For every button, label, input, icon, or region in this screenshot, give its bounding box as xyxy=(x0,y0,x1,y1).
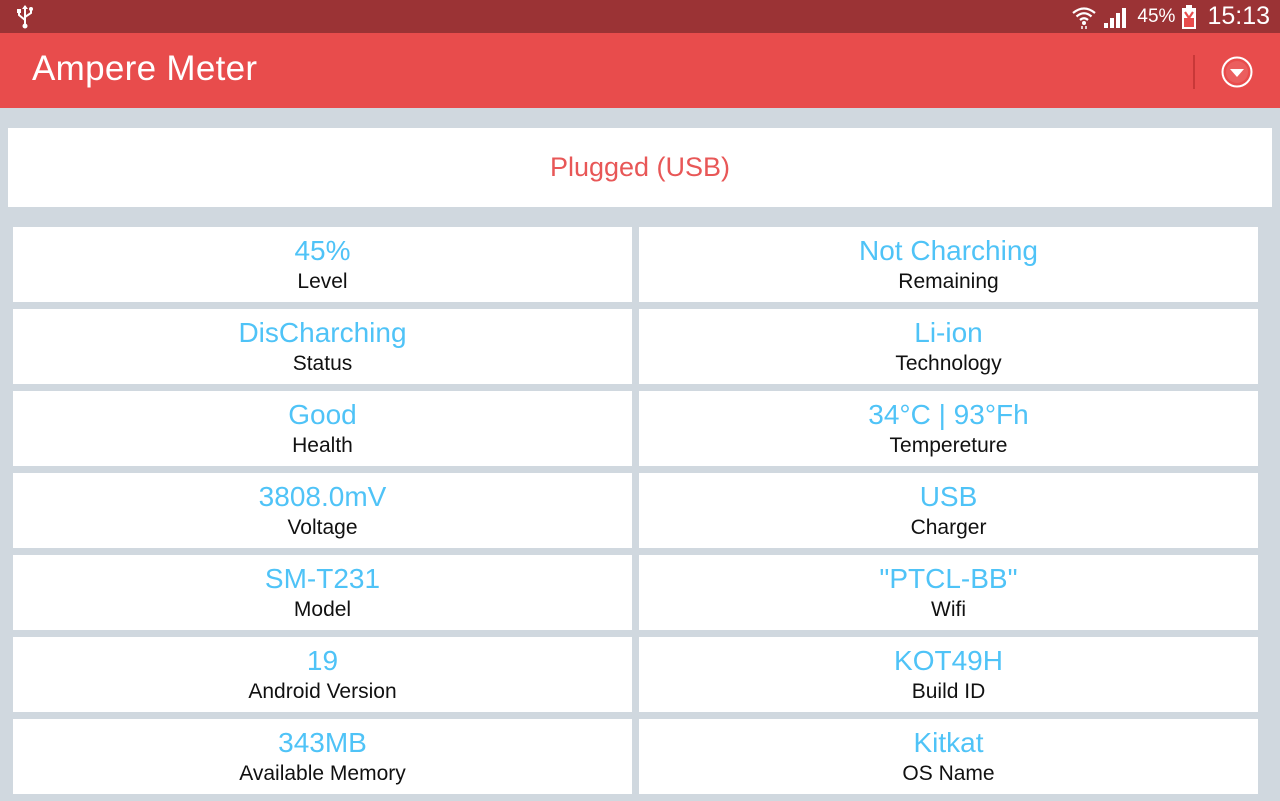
info-label: Available Memory xyxy=(239,762,406,785)
info-row: 3808.0mV Voltage USB Charger xyxy=(13,473,1267,548)
info-cell-technology: Li-ion Technology xyxy=(639,309,1258,384)
info-label: Health xyxy=(292,434,353,457)
usb-icon xyxy=(17,5,33,29)
info-value: "PTCL-BB" xyxy=(879,563,1018,594)
info-label: Remaining xyxy=(898,270,999,293)
info-label: Voltage xyxy=(287,516,358,539)
info-row: Good Health 34°C | 93°Fh Tempereture xyxy=(13,391,1267,466)
info-row: 19 Android Version KOT49H Build ID xyxy=(13,637,1267,712)
info-cell-remaining: Not Charching Remaining xyxy=(639,227,1258,302)
info-label: Status xyxy=(292,352,353,375)
info-cell-level: 45% Level xyxy=(13,227,632,302)
info-value: Good xyxy=(288,399,357,430)
info-label: Build ID xyxy=(911,680,986,703)
info-value: USB xyxy=(919,481,978,512)
info-value: Not Charching xyxy=(859,235,1038,266)
info-value: Li-ion xyxy=(914,317,983,348)
info-value: 34°C | 93°Fh xyxy=(868,399,1029,430)
info-row: SM-T231 Model "PTCL-BB" Wifi xyxy=(13,555,1267,630)
info-cell-status: DisCharching Status xyxy=(13,309,632,384)
wifi-icon xyxy=(1072,6,1097,29)
clock: 15:13 xyxy=(1207,2,1270,30)
app-bar: Ampere Meter xyxy=(0,33,1280,108)
status-bar: 45% 15:13 xyxy=(0,0,1280,33)
info-row: DisCharching Status Li-ion Technology xyxy=(13,309,1267,384)
info-grid: 45% Level Not Charching Remaining DisCha… xyxy=(13,227,1267,801)
info-value: 45% xyxy=(294,235,351,266)
info-value: SM-T231 xyxy=(264,563,381,594)
dropdown-circle-icon[interactable] xyxy=(1220,55,1254,89)
info-value: 343MB xyxy=(278,727,367,758)
info-label: Level xyxy=(297,270,348,293)
info-cell-health: Good Health xyxy=(13,391,632,466)
info-value: Kitkat xyxy=(913,727,984,758)
info-cell-available-memory: 343MB Available Memory xyxy=(13,719,632,794)
plug-status-banner: Plugged (USB) xyxy=(8,128,1272,207)
info-row: 45% Level Not Charching Remaining xyxy=(13,227,1267,302)
battery-icon xyxy=(1182,4,1197,29)
battery-percent: 45% xyxy=(1137,5,1176,27)
info-cell-temperature: 34°C | 93°Fh Tempereture xyxy=(639,391,1258,466)
info-cell-build-id: KOT49H Build ID xyxy=(639,637,1258,712)
info-cell-wifi: "PTCL-BB" Wifi xyxy=(639,555,1258,630)
info-cell-voltage: 3808.0mV Voltage xyxy=(13,473,632,548)
info-value: KOT49H xyxy=(894,645,1003,676)
info-label: OS Name xyxy=(902,762,995,785)
info-row: 343MB Available Memory Kitkat OS Name xyxy=(13,719,1267,794)
info-label: Model xyxy=(293,598,352,621)
app-title: Ampere Meter xyxy=(32,49,258,88)
info-value: 19 xyxy=(306,645,339,676)
info-cell-android-version: 19 Android Version xyxy=(13,637,632,712)
info-label: Charger xyxy=(910,516,987,539)
info-value: DisCharching xyxy=(238,317,407,348)
info-cell-os-name: Kitkat OS Name xyxy=(639,719,1258,794)
info-label: Technology xyxy=(895,352,1002,375)
info-value: 3808.0mV xyxy=(258,481,387,512)
info-cell-charger: USB Charger xyxy=(639,473,1258,548)
info-label: Wifi xyxy=(931,598,966,621)
appbar-divider xyxy=(1193,55,1195,89)
info-label: Tempereture xyxy=(889,434,1008,457)
signal-icon xyxy=(1104,7,1127,28)
info-label: Android Version xyxy=(248,680,397,703)
info-cell-model: SM-T231 Model xyxy=(13,555,632,630)
